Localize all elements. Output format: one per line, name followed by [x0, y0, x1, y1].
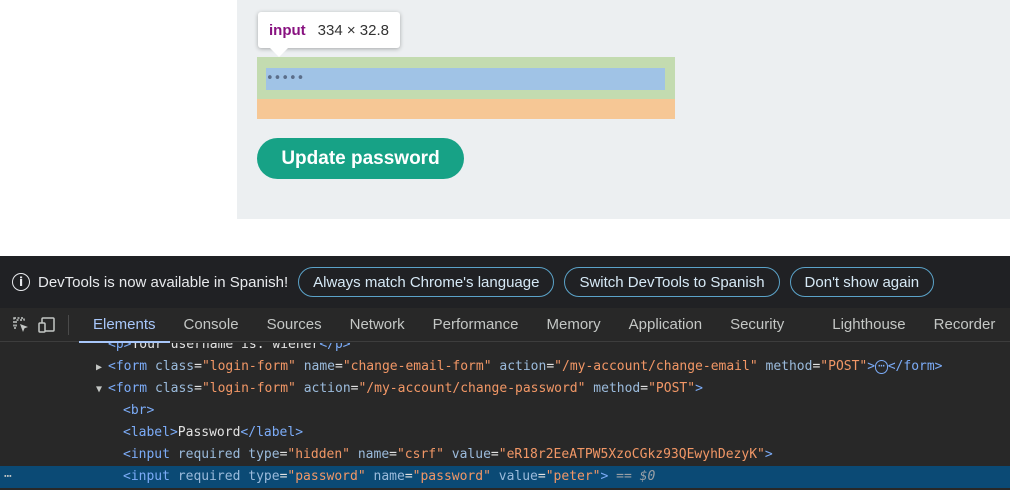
- tab-sources[interactable]: Sources: [253, 308, 336, 342]
- page-viewport: input 334 × 32.8 ••••• Update password: [0, 0, 1010, 256]
- password-value-dots: •••••: [266, 71, 305, 86]
- tooltip-size: 334 × 32.8: [317, 21, 389, 39]
- tab-memory[interactable]: Memory: [533, 308, 615, 342]
- tab-recorder[interactable]: Recorder: [920, 308, 1010, 342]
- tab-elements[interactable]: Elements: [79, 308, 170, 343]
- tab-lighthouse[interactable]: Lighthouse: [818, 308, 919, 342]
- switch-to-spanish-button[interactable]: Switch DevTools to Spanish: [564, 267, 780, 297]
- collapse-triangle-icon[interactable]: ▼: [96, 379, 108, 401]
- notice-text: DevTools is now available in Spanish!: [38, 273, 289, 291]
- tab-performance[interactable]: Performance: [419, 308, 533, 342]
- devtools-tabbar: Elements Console Sources Network Perform…: [0, 308, 1010, 343]
- tree-line-p[interactable]: <p>Your username is: wiener</p>: [0, 343, 1010, 356]
- elements-tree: <p>Your username is: wiener</p> ▶ <form c…: [0, 343, 1010, 490]
- inspect-tooltip: input 334 × 32.8: [258, 12, 400, 48]
- tooltip-arrow: [270, 48, 288, 57]
- tree-line-br[interactable]: <br>: [0, 400, 1010, 422]
- expand-triangle-icon[interactable]: ▶: [96, 357, 108, 379]
- tab-application[interactable]: Application: [615, 308, 716, 342]
- update-password-button[interactable]: Update password: [257, 138, 464, 179]
- tab-security[interactable]: Security: [716, 308, 798, 342]
- tree-line-change-email-form[interactable]: ▶ <form class="login-form" name="change-e…: [0, 356, 1010, 378]
- tab-console[interactable]: Console: [170, 308, 253, 342]
- tree-line-change-password-form[interactable]: ▼ <form class="login-form" action="/my-ac…: [0, 378, 1010, 400]
- tooltip-tag: input: [269, 21, 306, 39]
- collapsed-children-badge[interactable]: ⋯: [875, 359, 888, 374]
- toolbar-separator: [68, 314, 69, 335]
- dont-show-again-button[interactable]: Don't show again: [789, 267, 935, 297]
- tree-line-input-password-selected[interactable]: ⋯ <input required type="password" name="…: [0, 466, 1010, 488]
- highlight-margin: [257, 99, 675, 119]
- tree-line-label[interactable]: <label>Password</label>: [0, 422, 1010, 444]
- tab-network[interactable]: Network: [336, 308, 419, 342]
- info-icon: i: [12, 273, 30, 291]
- language-notice-bar: i DevTools is now available in Spanish! …: [0, 256, 1010, 308]
- devtools-panel: i DevTools is now available in Spanish! …: [0, 256, 1010, 490]
- password-input[interactable]: [266, 68, 665, 90]
- device-toolbar-icon[interactable]: [34, 312, 60, 338]
- always-match-language-button[interactable]: Always match Chrome's language: [298, 267, 555, 297]
- more-options-icon[interactable]: ⋯: [4, 466, 12, 488]
- inspect-element-icon[interactable]: [8, 312, 34, 338]
- tree-line-input-csrf[interactable]: <input required type="hidden" name="csrf…: [0, 444, 1010, 466]
